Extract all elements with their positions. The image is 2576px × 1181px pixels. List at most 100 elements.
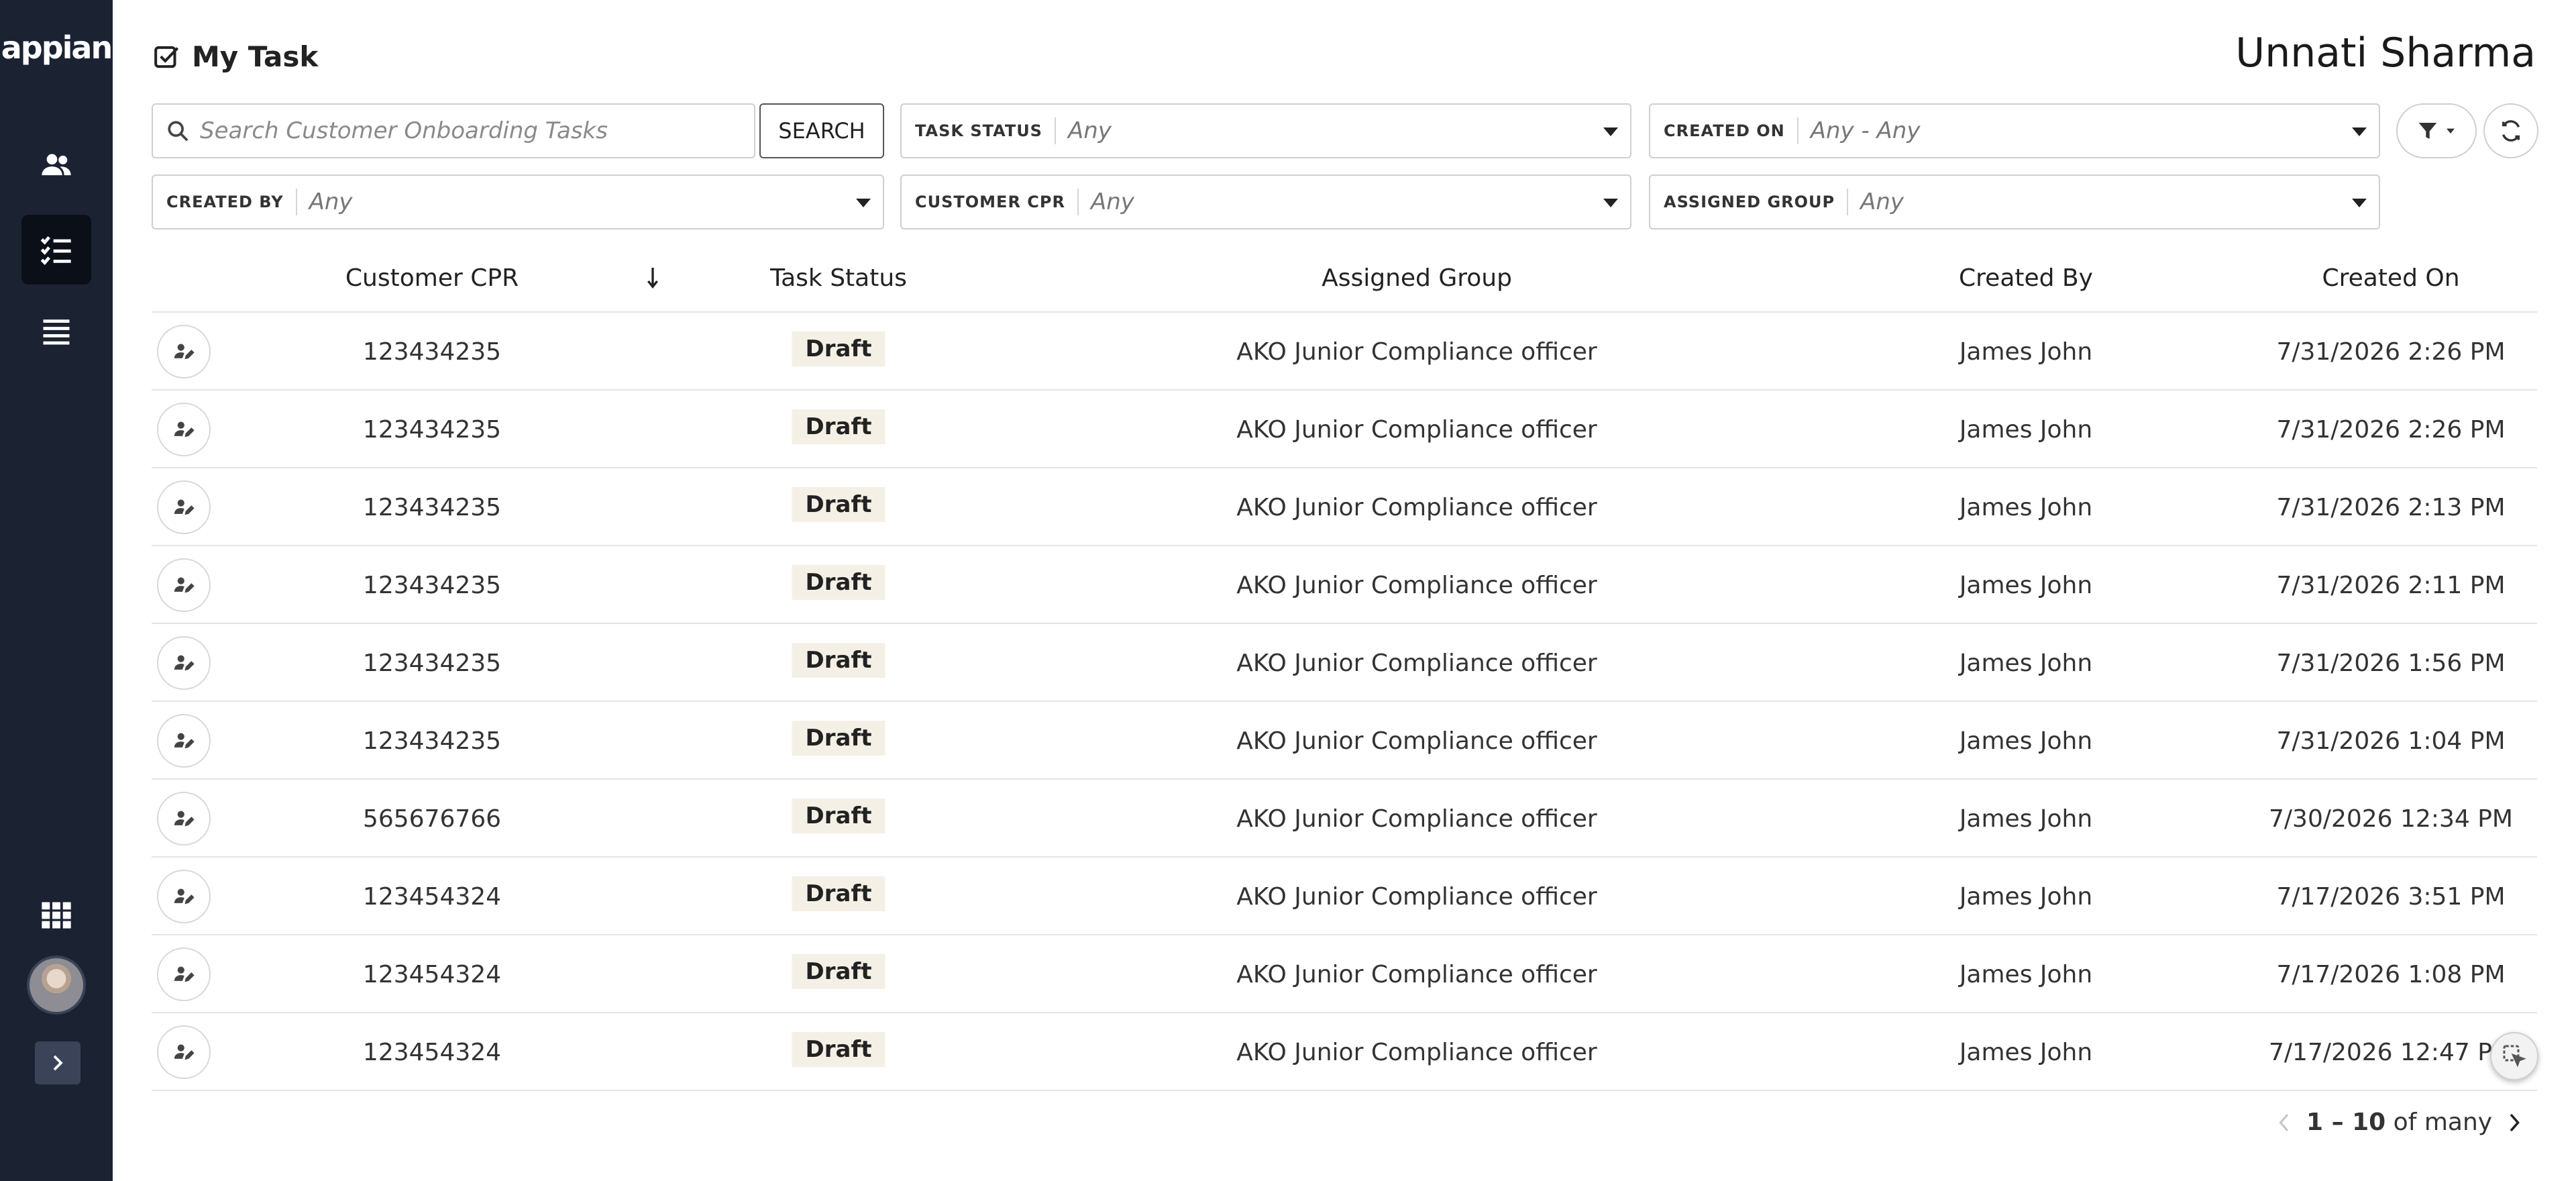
- cell-created-by: James John: [1959, 572, 2093, 599]
- table-row[interactable]: 123454324 Draft AKO Junior Compliance offi…: [152, 858, 2537, 935]
- cell-assigned-group: AKO Junior Compliance officer: [1236, 572, 1597, 599]
- cell-assigned-group: AKO Junior Compliance officer: [1236, 805, 1597, 833]
- search-button[interactable]: SEARCH: [759, 103, 884, 158]
- nav-tasks[interactable]: [21, 215, 91, 285]
- cell-created-on: 7/31/2026 2:11 PM: [2276, 572, 2506, 599]
- assign-user-icon: [174, 344, 195, 360]
- assign-user-button[interactable]: [157, 714, 211, 768]
- task-status-value: Any: [1067, 117, 1112, 144]
- cursor-select-icon: [2503, 1045, 2526, 1068]
- user-avatar[interactable]: [27, 956, 86, 1015]
- status-badge: Draft: [792, 409, 885, 444]
- cell-created-by: James John: [1959, 805, 2093, 833]
- user-name: Unnati Sharma: [2235, 30, 2536, 76]
- filter-menu-button[interactable]: [2396, 103, 2477, 158]
- cell-customer-cpr: 123454324: [362, 961, 502, 988]
- cell-assigned-group: AKO Junior Compliance officer: [1236, 494, 1597, 521]
- nav-apps[interactable]: [21, 880, 91, 950]
- nav-users[interactable]: [21, 130, 91, 200]
- status-badge: Draft: [792, 799, 885, 833]
- created-by-label: CREATED BY: [166, 189, 297, 215]
- refresh-button[interactable]: [2483, 103, 2538, 158]
- cell-created-by: James John: [1959, 961, 2093, 988]
- assigned-group-dropdown[interactable]: ASSIGNED GROUP Any: [1649, 174, 2380, 229]
- assign-user-button[interactable]: [157, 870, 211, 923]
- checkbox-icon: [154, 46, 179, 68]
- assign-user-icon: [174, 733, 195, 749]
- customer-cpr-value: Any: [1090, 189, 1134, 215]
- caret-down-icon: [856, 199, 871, 207]
- assign-user-button[interactable]: [157, 403, 211, 456]
- assign-user-icon: [174, 499, 195, 515]
- status-badge: Draft: [792, 643, 885, 678]
- caret-down-icon: [1603, 199, 1618, 207]
- appian-logo[interactable]: appian: [0, 30, 113, 66]
- table-row[interactable]: 123454324 Draft AKO Junior Compliance offi…: [152, 1013, 2537, 1091]
- table-row[interactable]: 123454324 Draft AKO Junior Compliance offi…: [152, 935, 2537, 1013]
- chevron-right-icon: [53, 1055, 63, 1071]
- table-header: Customer CPR Task Status Assigned Group …: [152, 251, 2537, 313]
- sort-descending-icon[interactable]: [644, 264, 661, 294]
- cell-created-by: James John: [1959, 727, 2093, 755]
- search-icon: [168, 121, 189, 142]
- column-header-task-status[interactable]: Task Status: [770, 264, 907, 292]
- column-header-created-by[interactable]: Created By: [1959, 264, 2093, 292]
- assign-user-button[interactable]: [157, 1025, 211, 1079]
- page-title: My Task: [153, 40, 318, 73]
- assign-user-button[interactable]: [157, 325, 211, 378]
- task-status-dropdown[interactable]: TASK STATUS Any: [900, 103, 1631, 158]
- search-input[interactable]: [200, 117, 750, 144]
- nav-records[interactable]: [21, 298, 91, 368]
- cell-created-on: 7/31/2026 1:04 PM: [2276, 727, 2506, 755]
- assign-user-button[interactable]: [157, 792, 211, 845]
- chevron-left-icon[interactable]: [2275, 1111, 2292, 1135]
- apps-grid-icon: [42, 902, 71, 929]
- table-row[interactable]: 123434235 Draft AKO Junior Compliance offi…: [152, 391, 2537, 468]
- tasks-table: Customer CPR Task Status Assigned Group …: [152, 251, 2537, 1091]
- customer-cpr-dropdown[interactable]: CUSTOMER CPR Any: [900, 174, 1631, 229]
- status-badge: Draft: [792, 487, 885, 522]
- customer-cpr-label: CUSTOMER CPR: [915, 189, 1079, 215]
- cell-created-on: 7/17/2026 3:51 PM: [2276, 883, 2506, 911]
- assign-user-icon: [174, 888, 195, 905]
- table-row[interactable]: 123434235 Draft AKO Junior Compliance offi…: [152, 702, 2537, 780]
- cell-assigned-group: AKO Junior Compliance officer: [1236, 883, 1597, 911]
- cell-assigned-group: AKO Junior Compliance officer: [1236, 727, 1597, 755]
- caret-down-icon: [2447, 128, 2455, 134]
- assign-user-icon: [174, 655, 195, 671]
- cell-customer-cpr: 123454324: [362, 1039, 502, 1066]
- assigned-group-label: ASSIGNED GROUP: [1664, 189, 1849, 215]
- table-row[interactable]: 123434235 Draft AKO Junior Compliance offi…: [152, 468, 2537, 546]
- cell-customer-cpr: 123454324: [362, 883, 502, 911]
- sidebar: appian: [0, 0, 113, 1181]
- table-row[interactable]: 123434235 Draft AKO Junior Compliance offi…: [152, 624, 2537, 702]
- cell-created-by: James John: [1959, 1039, 2093, 1066]
- table-row[interactable]: 123434235 Draft AKO Junior Compliance offi…: [152, 546, 2537, 624]
- expand-sidebar-button[interactable]: [35, 1041, 80, 1084]
- cell-customer-cpr: 123434235: [362, 338, 502, 366]
- caret-down-icon: [2352, 199, 2367, 207]
- cell-assigned-group: AKO Junior Compliance officer: [1236, 416, 1597, 444]
- table-row[interactable]: 123434235 Draft AKO Junior Compliance offi…: [152, 313, 2537, 391]
- assign-user-button[interactable]: [157, 947, 211, 1001]
- created-by-value: Any: [309, 189, 353, 215]
- cell-created-on: 7/30/2026 12:34 PM: [2269, 805, 2513, 833]
- assign-user-button[interactable]: [157, 636, 211, 690]
- assign-user-button[interactable]: [157, 558, 211, 612]
- chevron-right-icon[interactable]: [2507, 1111, 2523, 1135]
- created-on-dropdown[interactable]: CREATED ON Any - Any: [1649, 103, 2380, 158]
- table-row[interactable]: 565676766 Draft AKO Junior Compliance offi…: [152, 780, 2537, 858]
- assign-user-button[interactable]: [157, 480, 211, 534]
- caret-down-icon: [1603, 127, 1618, 136]
- pagination-suffix: of many: [2393, 1109, 2493, 1136]
- status-badge: Draft: [792, 1032, 885, 1067]
- column-header-assigned-group[interactable]: Assigned Group: [1322, 264, 1512, 292]
- cell-assigned-group: AKO Junior Compliance officer: [1236, 650, 1597, 677]
- cursor-select-button[interactable]: [2490, 1032, 2538, 1080]
- created-by-dropdown[interactable]: CREATED BY Any: [152, 174, 884, 229]
- status-badge: Draft: [792, 331, 885, 366]
- column-header-customer-cpr[interactable]: Customer CPR: [345, 264, 519, 292]
- status-badge: Draft: [792, 565, 885, 600]
- assign-user-icon: [174, 1044, 195, 1060]
- column-header-created-on[interactable]: Created On: [2322, 264, 2459, 292]
